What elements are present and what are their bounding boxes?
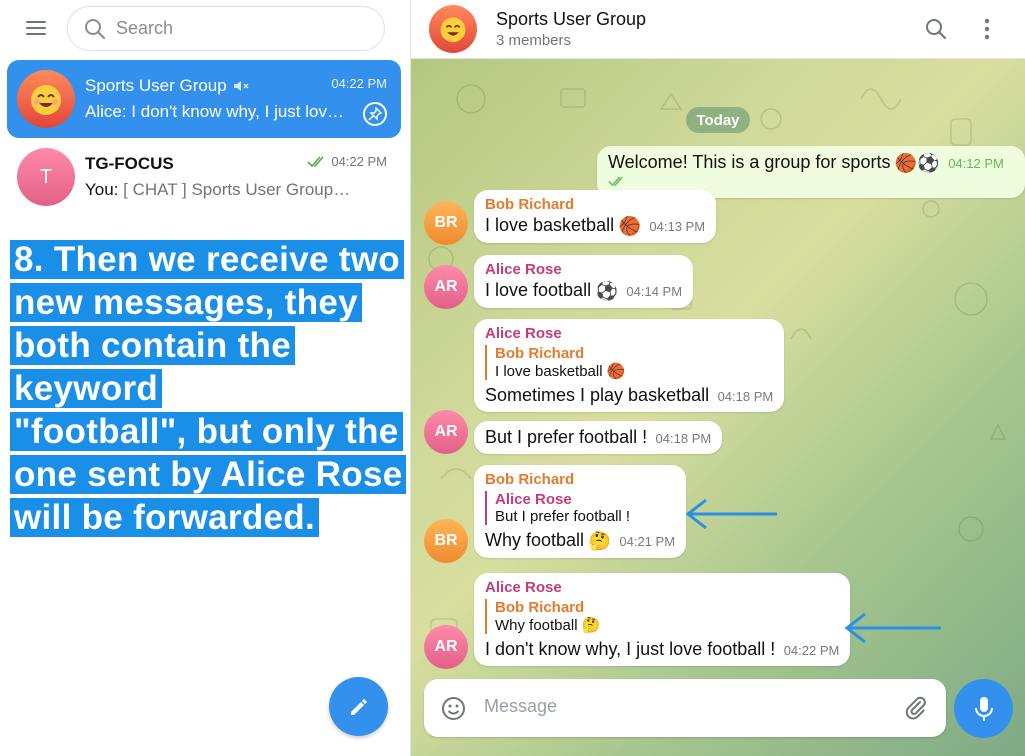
avatar[interactable]: AR xyxy=(424,625,468,669)
message-time: 04:22 PM xyxy=(783,643,840,658)
message-bubble[interactable]: Alice Rose I love football ⚽ 04:14 PM xyxy=(474,255,694,309)
annotation-line: new messages, they xyxy=(10,283,362,322)
double-check-icon xyxy=(307,155,324,167)
date-divider: Today xyxy=(686,107,750,133)
annotation-line: one sent by Alice Rose xyxy=(10,455,407,494)
search-icon xyxy=(926,19,947,40)
message-time: 04:18 PM xyxy=(655,431,712,446)
message-bubble[interactable]: Alice Rose Bob Richard I love basketball… xyxy=(474,319,785,412)
message-text: But I prefer football ! xyxy=(485,427,648,447)
reply-text: I love basketball 🏀 xyxy=(495,363,626,380)
telegram-app: Sports User Group 04:22 PM Alice: I don'… xyxy=(0,0,1025,756)
more-icon xyxy=(984,18,990,40)
message-sender[interactable]: Bob Richard xyxy=(485,196,705,213)
message-time: 04:21 PM xyxy=(619,534,676,549)
message-sender[interactable]: Bob Richard xyxy=(485,471,675,488)
search-button[interactable] xyxy=(921,14,951,44)
message-composer[interactable] xyxy=(424,679,946,737)
message-sender[interactable]: Alice Rose xyxy=(485,579,839,596)
record-voice-button[interactable] xyxy=(954,679,1013,738)
message-bubble[interactable]: Bob Richard Alice Rose But I prefer foot… xyxy=(474,465,687,559)
message-bubble[interactable]: Alice Rose Bob Richard Why football 🤔 I … xyxy=(474,573,851,666)
message-emoji: 🏀 xyxy=(618,216,641,237)
message-bubble[interactable]: But I prefer football ! 04:18 PM xyxy=(474,421,723,454)
message-emoji: ⚽ xyxy=(595,281,618,302)
annotation-line: will be forwarded. xyxy=(10,498,320,537)
reply-quote[interactable]: Bob Richard I love basketball 🏀 xyxy=(485,345,773,380)
avatar xyxy=(17,70,75,128)
members-count: 3 members xyxy=(496,32,572,49)
pin-icon xyxy=(363,102,387,126)
annotation-line: "football", but only the xyxy=(10,412,403,451)
chat-title: Sports User Group xyxy=(496,9,647,29)
paperclip-icon[interactable] xyxy=(904,696,928,720)
chat-time: 04:22 PM xyxy=(331,76,387,91)
reply-sender: Bob Richard xyxy=(495,345,585,362)
chat-list-panel: Sports User Group 04:22 PM Alice: I don'… xyxy=(0,0,411,756)
message-bubble[interactable]: Bob Richard I love basketball 🏀 04:13 PM xyxy=(474,190,717,244)
message-text: Sometimes I play basketball xyxy=(485,385,710,405)
chat-item-tg-focus[interactable]: T TG-FOCUS 04:22 PM You: [ CHAT ] Sports… xyxy=(7,138,401,216)
preview-prefix: You: xyxy=(85,180,124,199)
chat-preview: You: [ CHAT ] Sports User Group [ SENDER… xyxy=(85,180,353,200)
message-emoji: 🏀⚽ xyxy=(894,153,940,174)
chat-time: 04:22 PM xyxy=(331,154,387,169)
avatar: T xyxy=(17,148,75,206)
arrow-left-icon xyxy=(844,612,941,644)
message-text: Welcome! This is a group for sports xyxy=(608,152,891,172)
avatar[interactable]: AR xyxy=(424,265,468,309)
chat-header[interactable]: Sports User Group 3 members xyxy=(411,0,1025,59)
message-emoji: 🤔 xyxy=(588,531,611,552)
arrow-left-icon xyxy=(685,498,777,530)
avatar[interactable]: BR xyxy=(424,201,468,245)
chat-panel: Sports User Group 3 members Today Welcom… xyxy=(411,0,1025,756)
reply-sender: Alice Rose xyxy=(495,491,572,508)
mute-icon xyxy=(233,81,249,91)
chat-preview: Alice: I don't know why, I just love foo… xyxy=(85,102,353,121)
menu-icon[interactable] xyxy=(24,18,48,38)
chat-title: TG-FOCUS xyxy=(85,154,174,173)
microphone-icon xyxy=(974,696,993,721)
reply-text: But I prefer football ! xyxy=(495,508,631,525)
message-text: I love football xyxy=(485,280,592,300)
pencil-icon xyxy=(350,698,367,715)
message-time: 04:13 PM xyxy=(649,219,706,234)
search-input[interactable] xyxy=(116,18,356,39)
preview-text: [ CHAT ] Sports User Group [ SENDER ] Al… xyxy=(123,180,353,199)
avatar[interactable]: BR xyxy=(424,519,468,563)
reply-quote[interactable]: Bob Richard Why football 🤔 xyxy=(485,599,839,634)
avatar[interactable] xyxy=(429,5,477,53)
message-input[interactable] xyxy=(484,696,884,717)
search-box[interactable] xyxy=(67,6,385,51)
message-text: Why football xyxy=(485,530,585,550)
message-time: 04:12 PM xyxy=(948,156,1004,171)
more-button[interactable] xyxy=(972,14,1002,44)
message-text: I love basketball xyxy=(485,215,615,235)
chat-title: Sports User Group xyxy=(85,76,227,95)
reply-quote[interactable]: Alice Rose But I prefer football ! xyxy=(485,491,675,525)
new-message-button[interactable] xyxy=(329,677,388,736)
chat-item-sports-user-group[interactable]: Sports User Group 04:22 PM Alice: I don'… xyxy=(7,60,401,138)
message-sender[interactable]: Alice Rose xyxy=(485,325,773,342)
search-icon xyxy=(85,18,106,39)
message-sender[interactable]: Alice Rose xyxy=(485,261,682,278)
double-check-icon xyxy=(608,176,623,187)
avatar[interactable]: AR xyxy=(424,410,468,454)
annotation-line: 8. Then we receive two xyxy=(10,240,404,279)
message-time: 04:14 PM xyxy=(626,284,683,299)
annotation-line: both contain the keyword xyxy=(10,326,295,408)
reply-text: Why football 🤔 xyxy=(495,617,601,634)
smile-icon[interactable] xyxy=(441,696,466,721)
reply-sender: Bob Richard xyxy=(495,599,585,616)
message-text: I don't know why, I just love football ! xyxy=(485,639,776,659)
message-time: 04:18 PM xyxy=(717,389,774,404)
tutorial-annotation: 8. Then we receive two new messages, the… xyxy=(10,238,440,539)
